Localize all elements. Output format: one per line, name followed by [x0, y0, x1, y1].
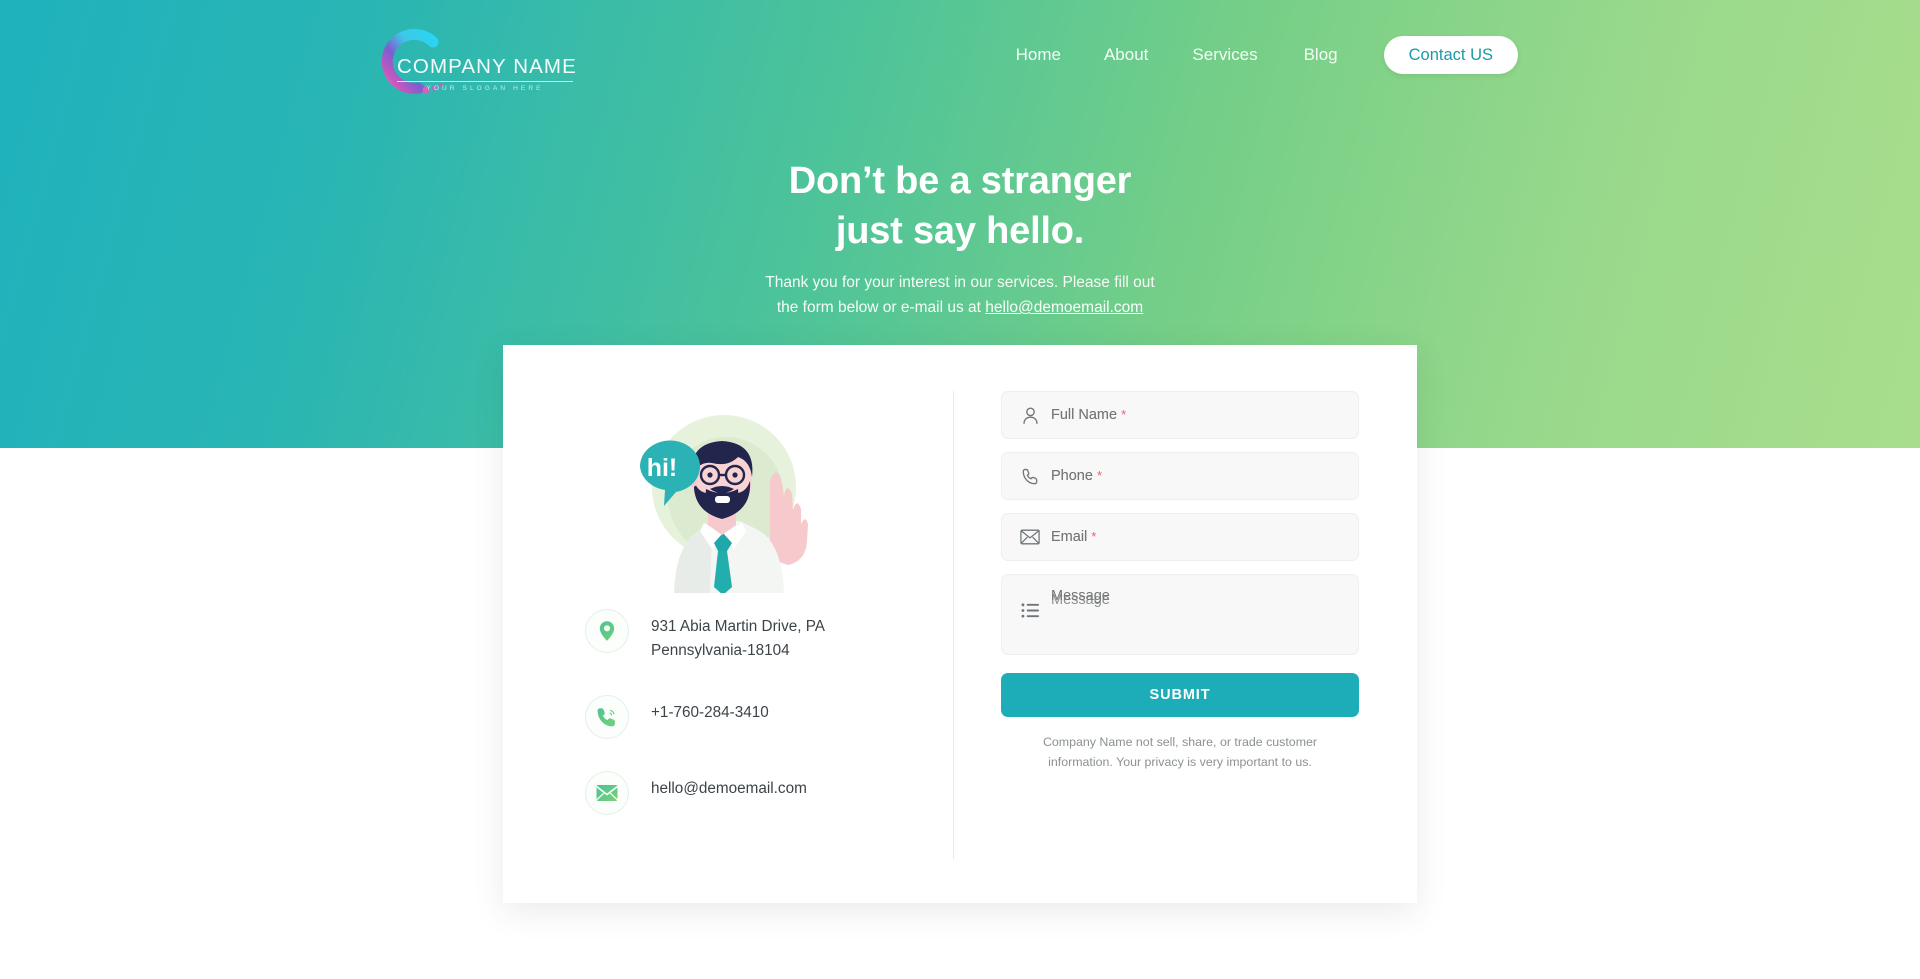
contact-card: hi! 931 Abia Martin Drive, PA Pennsylvan… — [503, 345, 1417, 903]
hero-title: Don’t be a stranger just say hello. — [0, 157, 1920, 257]
main-navigation: Home About Services Blog Contact US — [1014, 0, 1920, 110]
list-icon — [1019, 599, 1041, 621]
hero-email-link[interactable]: hello@demoemail.com — [985, 299, 1143, 316]
privacy-line-1: Company Name not sell, share, or trade c… — [1042, 735, 1318, 749]
phone-icon — [585, 694, 629, 739]
hero-subtitle-line-1: Thank you for your interest in our servi… — [765, 274, 1155, 291]
hero-subtitle-line-2: the form below or e-mail us at hello@dem… — [0, 295, 1920, 320]
contact-row-phone[interactable]: +1-760-284-3410 — [585, 694, 925, 739]
address-text: 931 Abia Martin Drive, PA Pennsylvania-1… — [651, 613, 825, 663]
contact-row-email[interactable]: hello@demoemail.com — [585, 770, 925, 815]
phone-outline-icon — [1019, 465, 1041, 487]
full-name-field[interactable]: Full Name * — [1001, 391, 1359, 439]
logo-slogan: YOUR SLOGAN HERE — [426, 84, 544, 92]
location-pin-icon — [585, 609, 629, 653]
contact-row-address[interactable]: 931 Abia Martin Drive, PA Pennsylvania-1… — [585, 609, 925, 663]
hero-subtitle: Thank you for your interest in our servi… — [0, 270, 1920, 320]
person-icon — [1019, 404, 1041, 426]
submit-button[interactable]: SUBMIT — [1001, 673, 1359, 717]
address-line-2: Pennsylvania-18104 — [651, 641, 790, 659]
nav-item-blog[interactable]: Blog — [1302, 39, 1340, 71]
hero-subtitle-prefix: the form below or e-mail us at — [776, 299, 981, 317]
phone-text: +1-760-284-3410 — [651, 699, 769, 725]
full-name-input[interactable] — [1051, 392, 1351, 438]
phone-line-1: +1-760-284-3410 — [651, 703, 769, 721]
phone-input[interactable] — [1051, 453, 1351, 499]
contact-info-list: 931 Abia Martin Drive, PA Pennsylvania-1… — [585, 609, 925, 815]
nav-item-services[interactable]: Services — [1190, 39, 1259, 71]
site-header: COMPANY NAME YOUR SLOGAN HERE Home About… — [0, 0, 1920, 110]
column-divider — [953, 391, 954, 859]
email-field[interactable]: Email * — [1001, 513, 1359, 561]
hero-title-line-2: just say hello. — [835, 209, 1085, 252]
address-line-1: 931 Abia Martin Drive, PA — [651, 618, 826, 635]
logo-company-name: COMPANY NAME — [397, 56, 576, 82]
speech-bubble-text: hi! — [647, 454, 678, 482]
phone-field[interactable]: Phone * — [1001, 452, 1359, 500]
hero-title-line-1: Don’t be a stranger — [788, 160, 1132, 202]
privacy-note: Company Name not sell, share, or trade c… — [1001, 732, 1359, 772]
contact-info-column: hi! 931 Abia Martin Drive, PA Pennsylvan… — [503, 345, 953, 903]
privacy-line-2: information. Your privacy is very import… — [1048, 755, 1312, 770]
nav-item-about[interactable]: About — [1102, 39, 1150, 71]
message-input[interactable] — [1051, 588, 1346, 646]
envelope-outline-icon — [1019, 526, 1041, 548]
message-field[interactable]: Message — [1001, 574, 1359, 655]
contact-form: Full Name * Phone * — [1001, 391, 1359, 772]
envelope-icon — [585, 770, 629, 815]
email-input[interactable] — [1051, 514, 1351, 560]
nav-item-home[interactable]: Home — [1014, 39, 1063, 71]
site-logo[interactable]: COMPANY NAME YOUR SLOGAN HERE — [371, 20, 576, 100]
contact-us-button[interactable]: Contact US — [1383, 36, 1518, 74]
email-line-1: hello@demoemail.com — [651, 779, 807, 797]
waving-man-illustration: hi! — [639, 415, 808, 593]
email-text: hello@demoemail.com — [651, 775, 807, 801]
